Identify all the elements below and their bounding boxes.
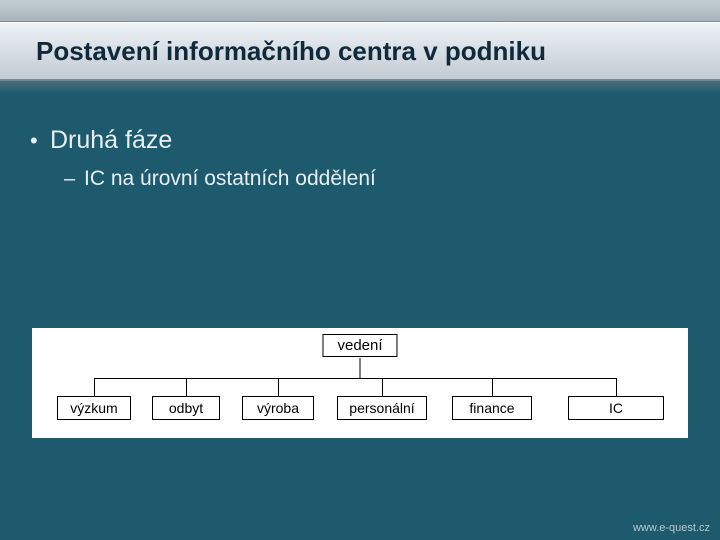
divider-bar: [0, 80, 720, 94]
org-leaf-node: výzkum: [57, 396, 131, 420]
org-leaf-node: odbyt: [152, 396, 220, 420]
org-drop-line: [94, 378, 95, 396]
bullet-line: • Druhá fáze: [30, 126, 690, 155]
org-drop-line: [382, 378, 383, 396]
sub-bullet-line: – IC na úrovní ostatních oddělení: [30, 167, 690, 191]
org-horizontal-line: [94, 378, 616, 379]
org-drop-line: [186, 378, 187, 396]
sub-bullet-text: IC na úrovní ostatních oddělení: [84, 167, 376, 191]
org-leaf-node: IC: [568, 396, 664, 420]
org-drop-line: [278, 378, 279, 396]
dash-icon: –: [64, 168, 84, 191]
org-leaf-node: personální: [337, 396, 427, 420]
org-drop-line: [492, 378, 493, 396]
org-leaf-node: výroba: [242, 396, 314, 420]
window-top-bar: [0, 0, 720, 22]
org-chart: vedení výzkum odbyt výroba personální financ…: [32, 328, 688, 438]
bullet-dot-icon: •: [30, 130, 50, 152]
org-top-node: vedení: [322, 334, 397, 357]
footer-url: www.e-quest.cz: [633, 522, 710, 534]
content-area: • Druhá fáze – IC na úrovní ostatních od…: [0, 94, 720, 191]
bullet-text: Druhá fáze: [50, 126, 172, 155]
title-bar: Postavení informačního centra v podniku: [0, 22, 720, 80]
org-trunk-line: [360, 358, 361, 378]
slide-title: Postavení informačního centra v podniku: [36, 36, 546, 67]
org-drop-line: [616, 378, 617, 396]
org-leaf-node: finance: [452, 396, 532, 420]
